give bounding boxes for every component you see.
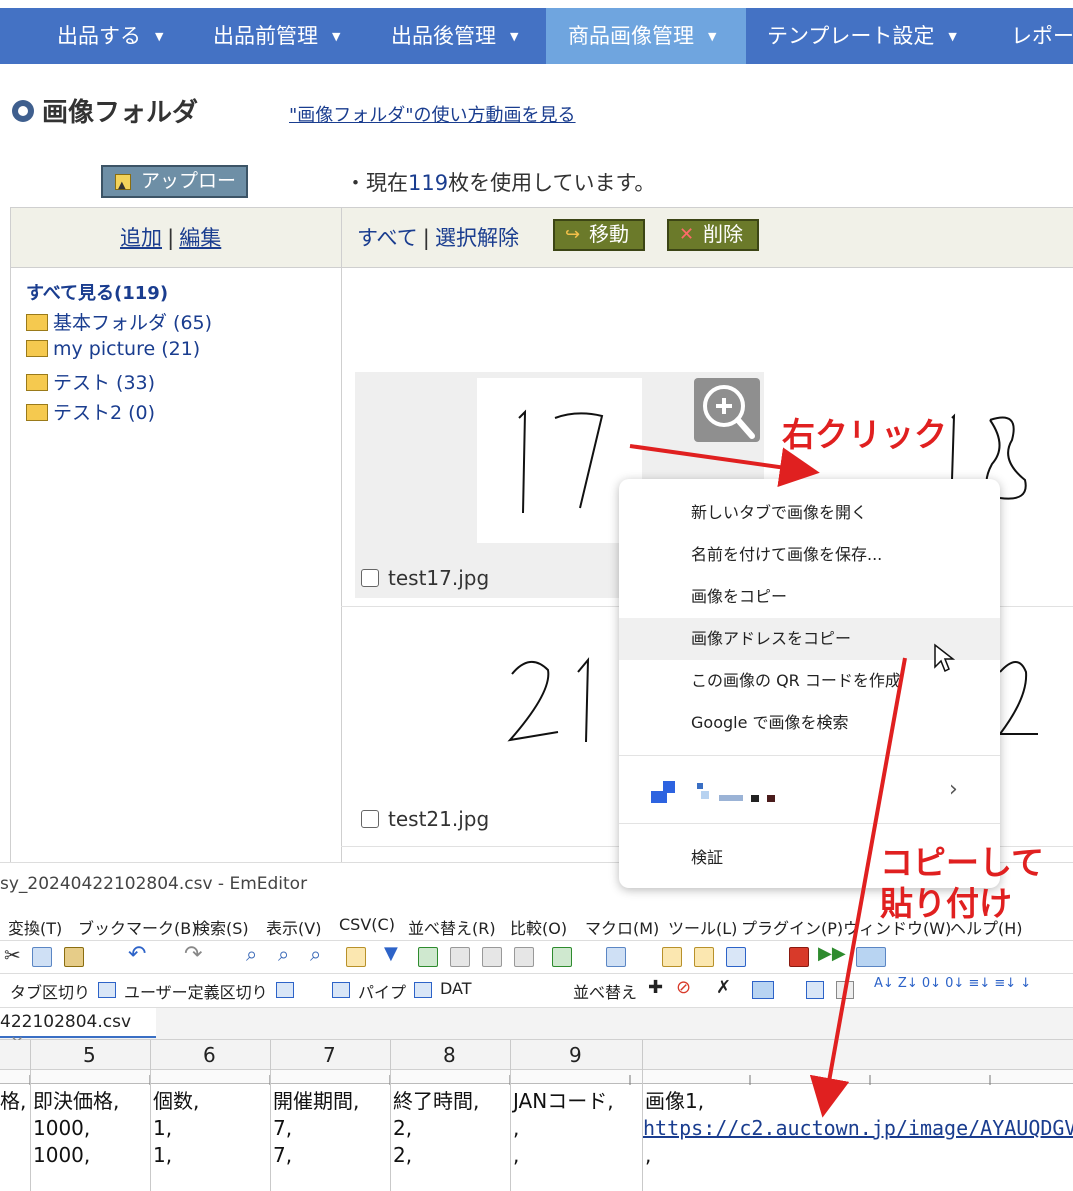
right-click-annotation: 右クリック (782, 415, 947, 454)
annotation-arrows (629, 444, 907, 1118)
copy-paste-annotation-2: 貼り付け (880, 884, 1012, 923)
